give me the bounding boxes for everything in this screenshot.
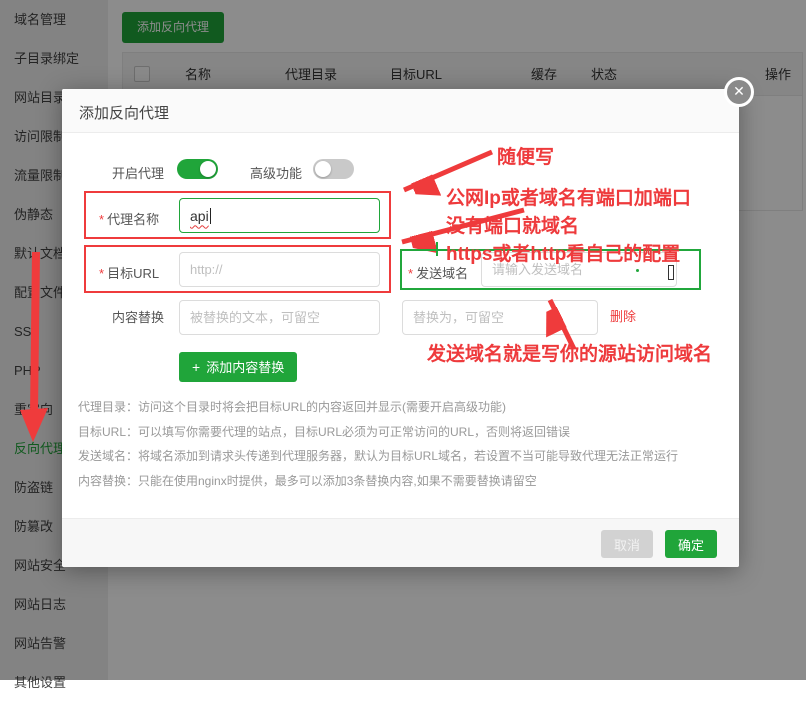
required-mark: * <box>99 212 104 227</box>
plus-icon: + <box>192 359 200 375</box>
confirm-button[interactable]: 确定 <box>665 530 717 558</box>
replace-to-input[interactable] <box>402 300 598 335</box>
target-url-label: *目标URL <box>99 263 159 282</box>
target-url-input[interactable] <box>179 252 380 287</box>
replace-from-input[interactable] <box>179 300 380 335</box>
advanced-feature-label: 高级功能 <box>250 163 302 182</box>
add-reverse-proxy-dialog: 添加反向代理 开启代理 高级功能 *代理名称 api *目标URL *发送域名 … <box>62 89 739 567</box>
proxy-name-label: *代理名称 <box>99 209 159 228</box>
toggle-knob <box>315 161 331 177</box>
toggle-knob <box>200 161 216 177</box>
close-icon[interactable]: ✕ <box>724 77 754 107</box>
enable-proxy-toggle[interactable] <box>177 159 218 179</box>
help-text-block: 代理目录：访问这个目录时将会把目标URL的内容返回并显示(需要开启高级功能) 目… <box>78 395 726 493</box>
delete-replace-link[interactable]: 删除 <box>610 306 636 325</box>
cancel-button[interactable]: 取消 <box>601 530 653 558</box>
proxy-name-input[interactable]: api <box>179 198 380 233</box>
help-line-target-url: 目标URL：可以填写你需要代理的站点，目标URL必须为可正常访问的URL，否则将… <box>78 420 726 445</box>
dialog-header: 添加反向代理 <box>62 89 739 133</box>
ime-cursor <box>668 265 674 280</box>
help-line-content-replace: 内容替换：只能在使用nginx时提供，最多可以添加3条替换内容,如果不需要替换请… <box>78 469 726 494</box>
required-mark: * <box>99 266 104 281</box>
advanced-feature-toggle[interactable] <box>313 159 354 179</box>
content-replace-label: 内容替换 <box>112 307 164 326</box>
send-domain-label: *发送域名 <box>408 263 468 282</box>
send-domain-input[interactable] <box>481 252 677 287</box>
add-content-replace-button[interactable]: +添加内容替换 <box>179 352 297 382</box>
enable-proxy-label: 开启代理 <box>112 163 164 182</box>
ime-dot <box>636 269 639 272</box>
dialog-title: 添加反向代理 <box>79 102 169 123</box>
help-line-proxy-dir: 代理目录：访问这个目录时将会把目标URL的内容返回并显示(需要开启高级功能) <box>78 395 726 420</box>
text-caret <box>210 208 211 224</box>
proxy-name-value: api <box>190 208 209 224</box>
required-mark: * <box>408 266 413 281</box>
dialog-footer: 取消 确定 <box>62 518 739 567</box>
help-line-send-domain: 发送域名：将域名添加到请求头传递到代理服务器，默认为目标URL域名，若设置不当可… <box>78 444 726 469</box>
